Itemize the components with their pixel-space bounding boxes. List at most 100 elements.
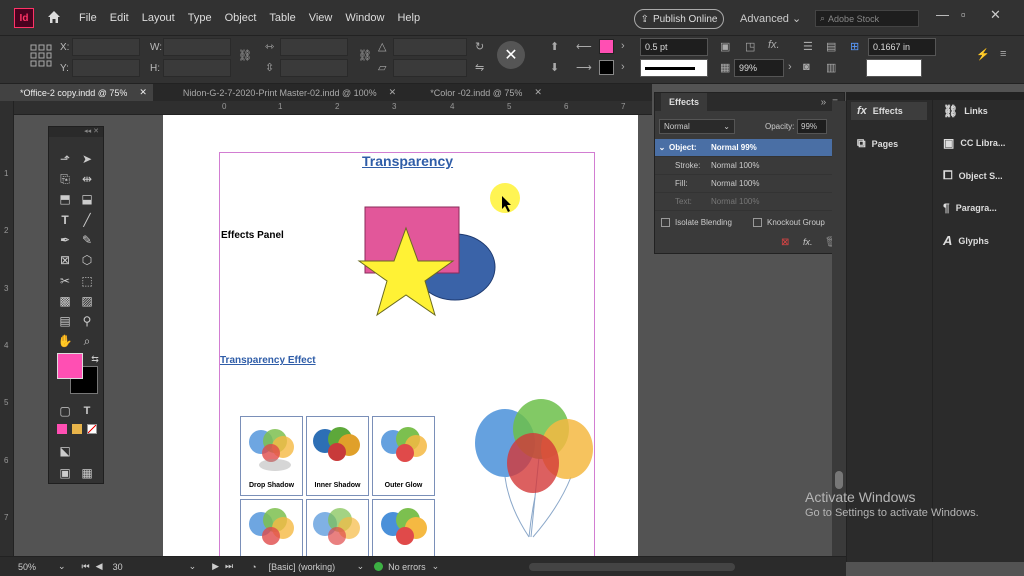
select-container-icon[interactable]: ⬆ (550, 40, 559, 53)
next-page-icon[interactable]: ▶ (212, 561, 219, 572)
close-overlay-icon[interactable]: ✕ (497, 41, 525, 69)
transparent-balloons-illustration[interactable] (469, 397, 599, 547)
scale-y-field[interactable] (280, 59, 348, 77)
isolate-blending-checkbox[interactable]: Isolate Blending (661, 218, 732, 227)
clear-effects-icon[interactable]: ⊠ (781, 237, 789, 248)
rectangle-frame-tool-icon[interactable]: ⊠ (55, 252, 75, 268)
scrollbar-thumb[interactable] (835, 471, 843, 489)
close-icon[interactable]: ✕ (534, 87, 542, 98)
y-field[interactable] (72, 59, 140, 77)
page-number[interactable]: 30 (113, 562, 183, 572)
constrain-scale-icon[interactable]: ⛓ (358, 49, 372, 62)
menu-table[interactable]: Table (269, 12, 295, 24)
corner-options-icon[interactable]: ⊞ (850, 40, 859, 53)
close-icon[interactable]: ✕ (990, 7, 1001, 23)
workspace-switcher[interactable]: Advanced ⌄ (740, 12, 801, 25)
normal-view-icon[interactable]: ▣ (55, 465, 75, 481)
chevron-down-icon[interactable]: ⌄ (189, 561, 197, 572)
doc-title[interactable]: Transparency (362, 153, 453, 169)
select-content-icon[interactable]: ⬇ (550, 61, 559, 74)
tools-panel-header[interactable]: ◂◂ ✕ (49, 127, 103, 137)
lightning-icon[interactable]: ⚡ (976, 48, 990, 61)
dock-effects[interactable]: fx Effects (851, 102, 927, 120)
effects-row-text[interactable]: Text: Normal 100% (655, 193, 844, 211)
dock-glyphs[interactable]: A Glyphs (943, 233, 989, 248)
stroke-type-dropdown[interactable] (640, 59, 708, 77)
chevron-down-icon[interactable]: ⌄ (432, 561, 440, 572)
effects-row-object[interactable]: ⌄ Object: Normal 99% (655, 139, 844, 157)
chevron-down-icon[interactable]: ⌄ (357, 561, 365, 572)
formatting-container-icon[interactable]: ▢ (55, 403, 75, 419)
type-tool-icon[interactable]: T (55, 212, 75, 228)
corner-shape-dropdown[interactable] (866, 59, 922, 77)
rotation-field[interactable] (393, 38, 467, 56)
knockout-group-checkbox[interactable]: Knockout Group (753, 218, 825, 227)
reference-point-icon[interactable] (30, 44, 52, 68)
width-field[interactable] (163, 38, 231, 56)
content-collector-icon[interactable]: ⬒ (55, 191, 75, 207)
text-wrap-icon[interactable]: ☰ (803, 40, 813, 53)
dock-object-styles[interactable]: ⧠ Object S... (943, 168, 1003, 183)
text-wrap-jump-icon[interactable]: ▥ (826, 61, 836, 74)
line-tool-icon[interactable]: ╱ (77, 212, 97, 228)
chevron-right-icon[interactable]: › (621, 61, 625, 73)
preflight-profile[interactable]: [Basic] (working) (269, 562, 355, 572)
thumb-balloons[interactable] (372, 499, 435, 559)
pen-tool-icon[interactable]: ✒ (55, 232, 75, 248)
scissors-tool-icon[interactable]: ✂ (55, 273, 75, 289)
effects-panel-label[interactable]: Effects Panel (221, 230, 284, 241)
flip-horizontal-icon[interactable]: ⇋ (475, 61, 484, 74)
offset-field[interactable]: 0.1667 in (868, 38, 936, 56)
thumb-outer-glow[interactable]: Outer Glow (372, 416, 435, 496)
page-tool-icon[interactable]: ⎘ (55, 171, 75, 187)
text-wrap-object-icon[interactable]: ◙ (803, 61, 810, 73)
constrain-proportions-icon[interactable]: ⛓ (238, 49, 252, 62)
stroke-weight-field[interactable]: 0.5 pt (640, 38, 708, 56)
gradient-swatch-tool-icon[interactable]: ▩ (55, 293, 75, 309)
swap-colors-icon[interactable]: ⇆ (85, 351, 105, 367)
gap-tool-icon[interactable]: ⇹ (77, 171, 97, 187)
zoom-level[interactable]: 50% (18, 562, 50, 572)
minimize-icon[interactable]: — (936, 7, 949, 22)
selection-tool-icon[interactable]: ⬏ (55, 151, 75, 167)
last-page-icon[interactable]: ⏭ (225, 561, 233, 572)
menu-edit[interactable]: Edit (110, 12, 129, 24)
scale-x-field[interactable] (280, 38, 348, 56)
effects-row-stroke[interactable]: Stroke: Normal 100% (655, 157, 844, 175)
tab-color-02[interactable]: *Color -02.indd @ 75% ✕ (402, 84, 548, 101)
panel-menu-icon[interactable]: ≡ (1000, 48, 1006, 60)
apply-gradient-icon[interactable] (72, 424, 82, 434)
vertical-scrollbar[interactable] (832, 101, 846, 556)
publish-online-button[interactable]: ⇪ Publish Online (634, 9, 724, 29)
apply-none-icon[interactable] (87, 424, 97, 434)
gradient-feather-tool-icon[interactable]: ▨ (77, 293, 97, 309)
menu-file[interactable]: File (79, 12, 97, 24)
document-page[interactable]: Transparency Effects Panel Transparency … (163, 115, 638, 562)
adobe-stock-search[interactable]: ⌕ Adobe Stock (815, 10, 919, 27)
thumb-drop-shadow[interactable]: Drop Shadow (240, 416, 303, 496)
menu-type[interactable]: Type (188, 12, 212, 24)
fill-color-swatch[interactable] (57, 353, 83, 379)
fx-icon[interactable]: fx. (768, 39, 780, 51)
apply-color-icon[interactable] (57, 424, 67, 434)
dock-paragraph-styles[interactable]: ¶ Paragra... (943, 201, 997, 215)
direct-selection-tool-icon[interactable]: ➤ (77, 151, 97, 167)
polygon-tool-icon[interactable]: ⬡ (77, 252, 97, 268)
chevron-right-icon[interactable]: › (621, 40, 625, 52)
blend-mode-dropdown[interactable]: Normal ⌄ (659, 119, 735, 134)
horizontal-scrollbar[interactable] (529, 562, 736, 571)
thumb-inner-shadow[interactable]: Inner Shadow (306, 416, 369, 496)
opacity-input[interactable]: 99% (797, 119, 827, 134)
chevron-down-icon[interactable]: ⌄ (58, 561, 66, 572)
opacity-field[interactable]: 99% (734, 59, 784, 77)
effects-tab[interactable]: Effects (661, 93, 708, 111)
collapse-icon[interactable]: » (821, 97, 827, 108)
first-page-icon[interactable]: ⏮ (82, 561, 90, 572)
effects-row-fill[interactable]: Fill: Normal 100% (655, 175, 844, 193)
tab-office-2-copy[interactable]: *Office-2 copy.indd @ 75% ✕ (0, 84, 153, 101)
zoom-tool-icon[interactable]: ⌕ (77, 333, 97, 349)
chevron-right-icon[interactable]: › (788, 61, 792, 73)
dock-links[interactable]: ⛓ Links (943, 104, 988, 118)
home-icon[interactable] (46, 9, 62, 25)
menu-window[interactable]: Window (345, 12, 384, 24)
